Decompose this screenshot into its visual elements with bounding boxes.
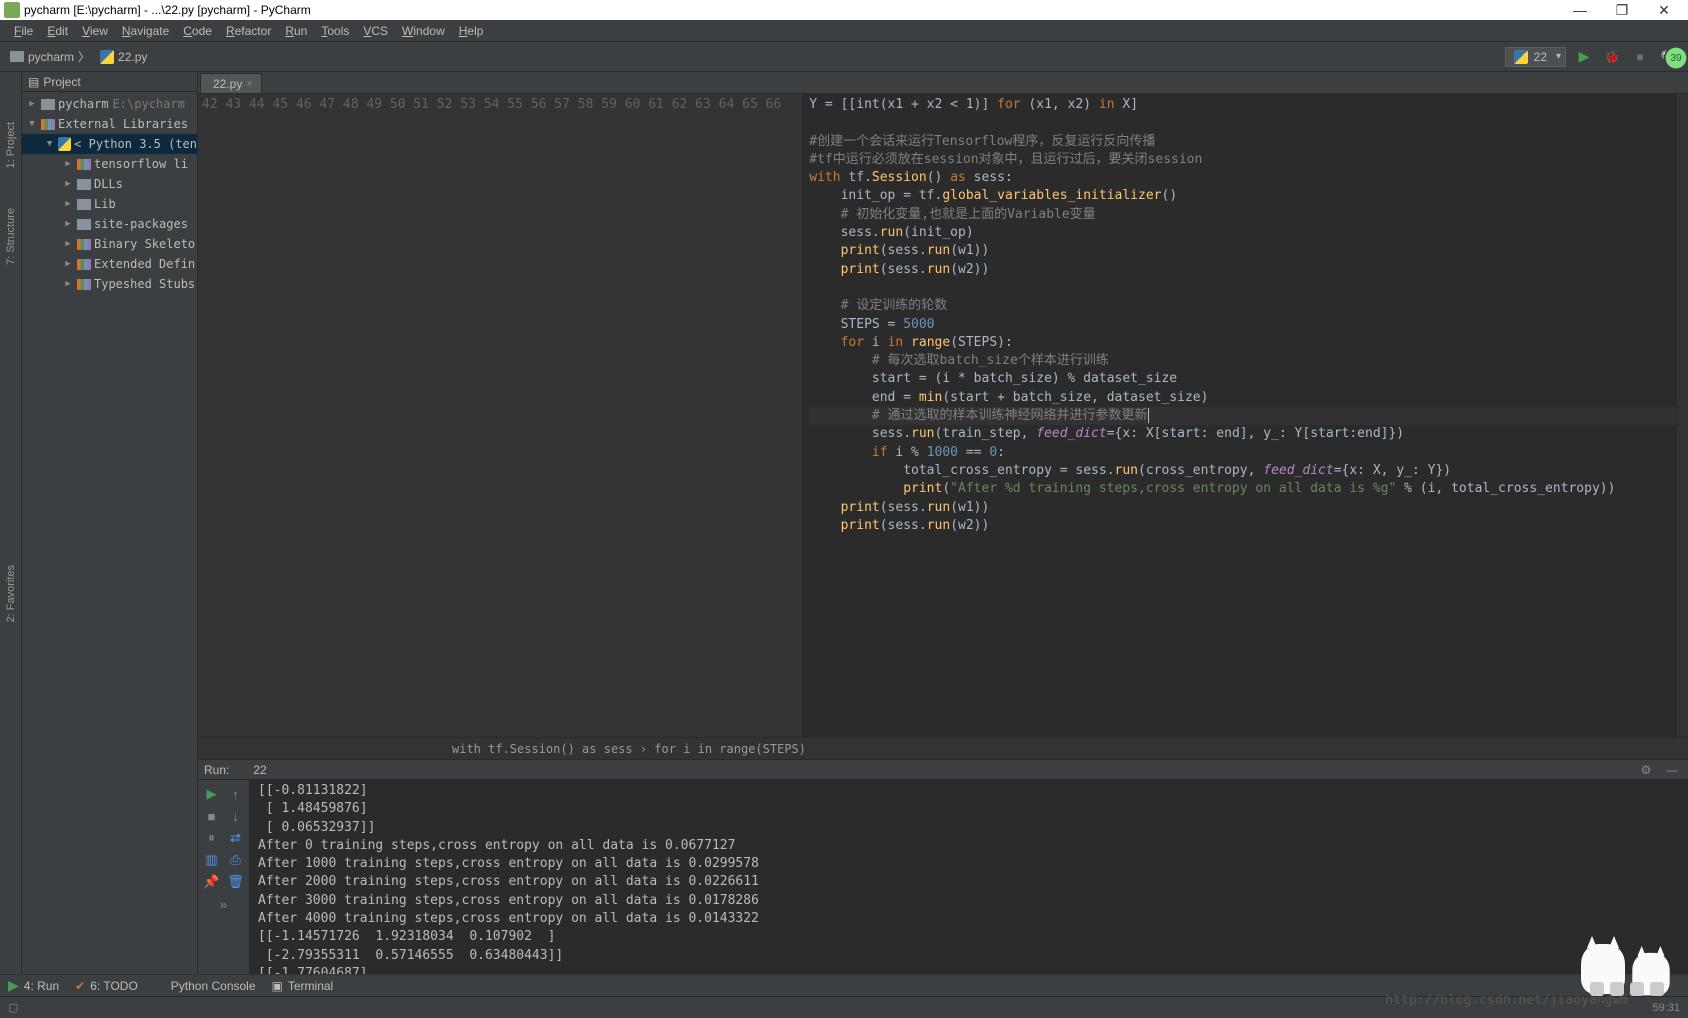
menu-vcs[interactable]: VCS — [357, 22, 394, 40]
tree-row[interactable]: ▶Extended Defin — [22, 254, 197, 274]
up-button[interactable]: ↑ — [226, 784, 246, 804]
tool-tab-structure[interactable]: 7: Structure — [5, 208, 17, 265]
bottom-pyconsole-label: Python Console — [171, 979, 256, 993]
rerun-button[interactable]: ▶ — [202, 784, 222, 804]
tree-row[interactable]: ▶tensorflow li — [22, 154, 197, 174]
editor-breadcrumb-text: with tf.Session() as sess › for i in ran… — [452, 742, 806, 756]
window-title-bar: pycharm [E:\pycharm] - ...\22.py [pychar… — [0, 0, 1688, 20]
breadcrumb-project-label: pycharm — [28, 50, 74, 64]
editor-tab-label: 22.py — [213, 77, 242, 91]
layout-button[interactable]: ▥ — [202, 850, 222, 870]
fold-gutter[interactable] — [789, 94, 803, 737]
menu-edit[interactable]: Edit — [41, 22, 74, 40]
pause-button[interactable]: ⏸ — [202, 828, 222, 848]
breadcrumb-project[interactable]: pycharm 〉 — [10, 48, 90, 65]
tree-row[interactable]: ▶Binary Skeleto — [22, 234, 197, 254]
editor-tabs: 22.py × — [198, 72, 1688, 94]
menu-window[interactable]: Window — [396, 22, 451, 40]
chevron-right-icon: 〉 — [78, 48, 90, 65]
console-output[interactable]: [[-0.81131822] [ 1.48459876] [ 0.0653293… — [250, 780, 1688, 974]
menu-navigate[interactable]: Navigate — [116, 22, 175, 40]
menu-view[interactable]: View — [76, 22, 114, 40]
expand-button[interactable]: » — [214, 894, 234, 914]
maximize-button[interactable]: ❐ — [1610, 2, 1634, 19]
tree-row[interactable]: ▶Typeshed Stubs — [22, 274, 197, 294]
python-file-icon — [1514, 50, 1528, 64]
project-tree[interactable]: ▶pycharmE:\pycharm▼External Libraries▼< … — [22, 92, 197, 974]
avatar-badge[interactable]: 39 — [1664, 46, 1688, 70]
bottom-terminal-tab[interactable]: ▣ Terminal — [272, 979, 334, 993]
minimize-button[interactable]: — — [1568, 2, 1592, 19]
down-button[interactable]: ↓ — [226, 806, 246, 826]
breadcrumb-file[interactable]: 22.py — [100, 50, 147, 64]
tree-row[interactable]: ▶Lib — [22, 194, 197, 214]
run-panel-toolbar: ▶↑ ■↓ ⏸⇄ ▥⎙ 📌🗑 » — [198, 780, 250, 974]
bottom-run-tab[interactable]: ▶ 4: Run — [8, 977, 59, 994]
tree-row[interactable]: ▼< Python 3.5 (ten — [22, 134, 197, 154]
menu-file[interactable]: File — [8, 22, 39, 40]
soft-wrap-button[interactable]: ⇄ — [226, 828, 246, 848]
error-stripe[interactable] — [1676, 94, 1688, 737]
play-icon: ▶ — [8, 977, 19, 994]
avatar-badge-text: 39 — [1670, 53, 1681, 64]
tool-tab-project[interactable]: 1: Project — [5, 122, 17, 168]
project-panel-title: Project — [43, 75, 80, 89]
code-editor[interactable]: Y = [[int(x1 + x2 < 1)] for (x1, x2) in … — [803, 94, 1676, 737]
print-button[interactable]: ⎙ — [226, 850, 246, 870]
menu-help[interactable]: Help — [453, 22, 490, 40]
bottom-run-label: 4: Run — [24, 979, 59, 993]
left-tool-gutter: 1: Project 7: Structure 2: Favorites — [0, 72, 22, 974]
breadcrumb-file-label: 22.py — [118, 50, 147, 64]
mascot-decoration — [1572, 914, 1682, 994]
run-tool-window: Run: 22 ⚙ — ▶↑ ■↓ ⏸⇄ ▥⎙ 📌🗑 » [[-0.811318… — [198, 759, 1688, 974]
run-button[interactable]: ▶ — [1574, 47, 1594, 67]
close-tab-icon[interactable]: × — [246, 78, 252, 90]
stop-run-button[interactable]: ■ — [202, 806, 222, 826]
status-icon[interactable]: ▢ — [8, 1001, 18, 1014]
minimize-panel-icon[interactable]: — — [1662, 760, 1682, 780]
trash-button[interactable]: 🗑 — [226, 872, 246, 892]
todo-icon: ✔ — [75, 979, 85, 993]
debug-button[interactable]: 🐞 — [1602, 47, 1622, 67]
tool-tab-favorites[interactable]: 2: Favorites — [5, 565, 17, 622]
run-panel-config: 22 — [253, 763, 266, 777]
run-config-label: 22 — [1534, 50, 1547, 64]
run-panel-header: Run: 22 ⚙ — — [198, 760, 1688, 780]
bottom-todo-label: 6: TODO — [90, 979, 138, 993]
bottom-terminal-label: Terminal — [288, 979, 333, 993]
folder-icon — [10, 51, 24, 62]
settings-icon[interactable]: ⚙ — [1636, 760, 1656, 780]
tree-row[interactable]: ▼External Libraries — [22, 114, 197, 134]
project-tool-window: ▤ Project ▶pycharmE:\pycharm▼External Li… — [22, 72, 198, 974]
run-configuration-selector[interactable]: 22 — [1505, 47, 1566, 67]
caret-position[interactable]: 59:31 — [1652, 1002, 1680, 1014]
navigation-bar: pycharm 〉 22.py 22 ▶ 🐞 ■ 🔍 — [0, 42, 1688, 72]
run-panel-title: Run: — [204, 763, 229, 777]
python-file-icon — [235, 764, 247, 776]
line-number-gutter[interactable]: 42 43 44 45 46 47 48 49 50 51 52 53 54 5… — [198, 94, 789, 737]
tree-row[interactable]: ▶site-packages — [22, 214, 197, 234]
editor-breadcrumb[interactable]: with tf.Session() as sess › for i in ran… — [198, 737, 1688, 759]
window-title: pycharm [E:\pycharm] - ...\22.py [pychar… — [24, 3, 311, 17]
pin-button[interactable]: 📌 — [202, 872, 222, 892]
menu-refactor[interactable]: Refactor — [220, 22, 277, 40]
python-file-icon — [100, 50, 114, 64]
close-button[interactable]: ✕ — [1652, 2, 1676, 19]
menu-run[interactable]: Run — [279, 22, 313, 40]
tree-row[interactable]: ▶DLLs — [22, 174, 197, 194]
menu-tools[interactable]: Tools — [315, 22, 355, 40]
tree-row[interactable]: ▶pycharmE:\pycharm — [22, 94, 197, 114]
menu-code[interactable]: Code — [177, 22, 218, 40]
bottom-todo-tab[interactable]: ✔ 6: TODO — [75, 979, 138, 993]
pycharm-icon — [4, 2, 20, 18]
terminal-icon: ▣ — [272, 979, 283, 993]
editor-tab-22[interactable]: 22.py × — [200, 73, 262, 93]
project-panel-header: ▤ Project — [22, 72, 197, 92]
editor-area: 22.py × 42 43 44 45 46 47 48 49 50 51 52… — [198, 72, 1688, 974]
menu-bar: FileEditViewNavigateCodeRefactorRunTools… — [0, 20, 1688, 42]
python-icon — [154, 980, 166, 992]
bottom-python-console-tab[interactable]: Python Console — [154, 979, 256, 993]
project-icon: ▤ — [28, 75, 39, 89]
stop-button[interactable]: ■ — [1630, 47, 1650, 67]
